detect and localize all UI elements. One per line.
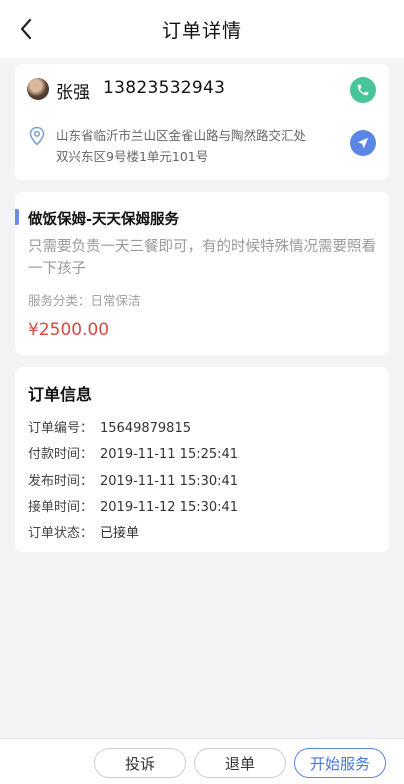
- service-category: 服务分类：日常保洁: [28, 290, 141, 309]
- contact-phone: 13823532943: [103, 78, 226, 98]
- order-number-row: 订单编号： 15649879815: [28, 417, 191, 436]
- address: 山东省临沂市兰山区金雀山路与陶然路交汇处 双兴东区9号楼1单元101号: [56, 125, 336, 167]
- accept-time-label: 接单时间：: [28, 500, 94, 515]
- service-title: 做饭保姆-天天保姆服务: [28, 212, 180, 228]
- contact-card: 张强 13823532943 山东省临沂市兰山区金雀山路与陶然路交汇处 双兴东区…: [15, 64, 389, 180]
- service-description: 只需要负责一天三餐即可，有的时候特殊情况需要照看一下孩子: [28, 239, 376, 277]
- order-info-card: 订单信息 订单编号： 15649879815 付款时间： 2019-11-11 15…: [15, 367, 389, 552]
- address-line-2: 双兴东区9号楼1单元101号: [56, 149, 209, 164]
- address-line-1: 山东省临沂市兰山区金雀山路与陶然路交汇处: [56, 128, 307, 143]
- order-number-label: 订单编号：: [28, 421, 94, 436]
- order-status-row: 订单状态： 已接单: [28, 522, 139, 541]
- header-bar: 订单详情: [0, 0, 404, 58]
- action-bar: 投诉 退单 开始服务: [0, 738, 404, 784]
- location-pin-icon: [29, 126, 45, 146]
- service-price: ¥2500.00: [28, 320, 110, 340]
- order-number-value: 15649879815: [100, 421, 191, 436]
- service-card: 做饭保姆-天天保姆服务 只需要负责一天三餐即可，有的时候特殊情况需要照看一下孩子…: [15, 192, 389, 355]
- payment-time-label: 付款时间：: [28, 447, 94, 462]
- accept-time-row: 接单时间： 2019-11-12 15:30:41: [28, 496, 238, 515]
- order-info-title: 订单信息: [28, 385, 93, 404]
- order-status-value: 已接单: [100, 526, 140, 541]
- service-category-label: 服务分类：: [28, 293, 91, 308]
- call-button[interactable]: [350, 77, 376, 103]
- back-button[interactable]: [12, 15, 40, 43]
- start-service-button[interactable]: 开始服务: [294, 748, 386, 778]
- publish-time-value: 2019-11-11 15:30:41: [100, 474, 239, 489]
- navigate-button[interactable]: [350, 130, 376, 156]
- service-category-value: 日常保洁: [90, 293, 141, 308]
- accept-time-value: 2019-11-12 15:30:41: [100, 500, 239, 515]
- order-status-label: 订单状态：: [28, 526, 94, 541]
- publish-time-row: 发布时间： 2019-11-11 15:30:41: [28, 470, 238, 489]
- contact-name: 张强: [56, 83, 90, 103]
- chevron-left-icon: [20, 18, 32, 40]
- complain-button[interactable]: 投诉: [94, 748, 186, 778]
- cancel-order-button[interactable]: 退单: [194, 748, 286, 778]
- page-title: 订单详情: [161, 19, 242, 42]
- publish-time-label: 发布时间：: [28, 474, 94, 489]
- title-accent-bar: [15, 209, 19, 225]
- navigation-arrow-icon: [357, 137, 369, 149]
- payment-time-value: 2019-11-11 15:25:41: [100, 447, 239, 462]
- payment-time-row: 付款时间： 2019-11-11 15:25:41: [28, 443, 238, 462]
- avatar: [27, 78, 49, 100]
- phone-icon: [357, 84, 369, 96]
